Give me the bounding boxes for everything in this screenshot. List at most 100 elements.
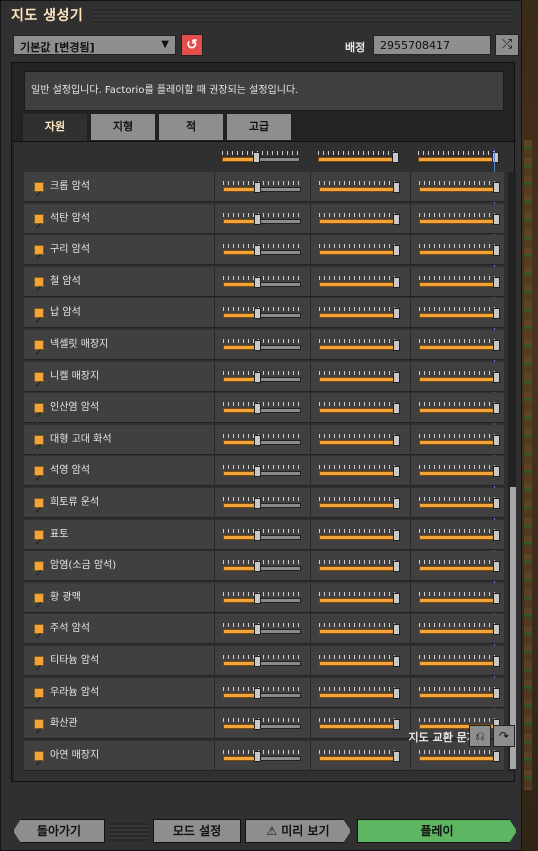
frequency-slider[interactable] (223, 179, 301, 195)
richness-slider[interactable] (419, 463, 500, 479)
slider-knob[interactable] (254, 561, 261, 573)
slider-knob[interactable] (493, 245, 500, 257)
size-slider[interactable] (319, 495, 400, 511)
frequency-slider[interactable] (223, 621, 301, 637)
frequency-slider[interactable] (223, 211, 301, 227)
slider-knob[interactable] (493, 687, 500, 699)
tab-terrain[interactable]: 지형 (90, 113, 156, 141)
import-string-button[interactable]: ⎌ (469, 725, 491, 747)
slider-knob[interactable] (493, 529, 500, 541)
slider-knob[interactable] (254, 656, 261, 667)
resource-checkbox[interactable] (34, 749, 44, 779)
resource-checkbox[interactable] (34, 496, 44, 526)
resource-checkbox[interactable] (34, 591, 44, 621)
slider-knob[interactable] (393, 498, 400, 509)
frequency-slider[interactable] (223, 337, 301, 353)
preset-dropdown[interactable]: 기본값 [변경됨] ▼ (13, 35, 176, 55)
resource-checkbox[interactable] (34, 212, 44, 242)
resource-checkbox[interactable] (34, 433, 44, 463)
slider-knob[interactable] (393, 371, 400, 383)
slider-knob[interactable] (493, 371, 500, 383)
richness-slider[interactable] (419, 432, 500, 448)
size-slider[interactable] (319, 274, 400, 290)
slider-knob[interactable] (493, 182, 500, 193)
resource-checkbox[interactable] (34, 654, 44, 684)
richness-slider[interactable] (419, 242, 500, 258)
size-slider[interactable] (319, 527, 400, 543)
tab-enemies[interactable]: 적 (158, 113, 224, 141)
size-slider[interactable] (319, 621, 400, 637)
resource-checkbox[interactable] (34, 306, 44, 336)
richness-slider[interactable] (419, 590, 500, 606)
size-slider[interactable] (319, 179, 400, 195)
richness-slider[interactable] (419, 527, 500, 543)
frequency-slider[interactable] (223, 527, 301, 543)
richness-slider[interactable] (419, 274, 500, 290)
slider-knob[interactable] (393, 213, 400, 225)
richness-slider[interactable] (419, 179, 500, 195)
richness-slider[interactable] (419, 685, 500, 701)
slider-knob[interactable] (493, 308, 500, 320)
slider-knob[interactable] (393, 561, 400, 573)
resource-checkbox[interactable] (34, 275, 44, 305)
slider-knob[interactable] (493, 750, 500, 762)
richness-slider[interactable] (419, 211, 500, 227)
richness-slider[interactable] (419, 400, 500, 416)
frequency-slider[interactable] (223, 305, 301, 321)
slider-knob[interactable] (493, 340, 500, 351)
richness-slider[interactable] (419, 369, 500, 385)
header-size-slider[interactable] (318, 149, 399, 165)
slider-knob[interactable] (393, 182, 400, 193)
play-button[interactable]: 플레이 (357, 819, 517, 843)
slider-knob[interactable] (493, 592, 500, 604)
resource-checkbox[interactable] (34, 338, 44, 368)
slider-knob[interactable] (393, 624, 400, 636)
frequency-slider[interactable] (223, 495, 301, 511)
slider-knob[interactable] (393, 434, 400, 446)
frequency-slider[interactable] (223, 590, 301, 606)
title-drag-handle[interactable] (91, 9, 513, 23)
slider-knob[interactable] (254, 371, 261, 383)
slider-knob[interactable] (254, 182, 261, 193)
frequency-slider[interactable] (223, 716, 301, 732)
size-slider[interactable] (319, 432, 400, 448)
richness-slider[interactable] (419, 337, 500, 353)
reset-button[interactable]: ↺ (181, 34, 203, 56)
size-slider[interactable] (319, 305, 400, 321)
resource-checkbox[interactable] (34, 717, 44, 747)
back-button[interactable]: 돌아가기 (13, 819, 105, 843)
resource-checkbox[interactable] (34, 180, 44, 210)
resource-checkbox[interactable] (34, 686, 44, 716)
slider-knob[interactable] (254, 750, 261, 762)
slider-knob[interactable] (254, 340, 261, 351)
slider-knob[interactable] (393, 719, 400, 731)
slider-knob[interactable] (393, 466, 400, 478)
size-slider[interactable] (319, 242, 400, 258)
slider-knob[interactable] (254, 498, 261, 509)
tab-advanced[interactable]: 고급 (226, 113, 292, 141)
slider-knob[interactable] (254, 434, 261, 446)
size-slider[interactable] (319, 748, 400, 764)
slider-knob[interactable] (254, 245, 261, 257)
slider-knob[interactable] (392, 152, 399, 163)
slider-knob[interactable] (393, 245, 400, 257)
richness-slider[interactable] (419, 558, 500, 574)
seed-input[interactable]: 2955708417 (373, 35, 491, 55)
size-slider[interactable] (319, 716, 400, 732)
size-slider[interactable] (319, 653, 400, 669)
slider-knob[interactable] (393, 308, 400, 320)
header-frequency-slider[interactable] (222, 149, 300, 165)
header-richness-slider[interactable] (418, 149, 499, 165)
shuffle-seed-button[interactable]: ⤮ (495, 34, 519, 56)
frequency-slider[interactable] (223, 400, 301, 416)
mod-settings-button[interactable]: 모드 설정 (153, 819, 241, 843)
slider-knob[interactable] (254, 719, 261, 731)
size-slider[interactable] (319, 400, 400, 416)
richness-slider[interactable] (419, 748, 500, 764)
slider-knob[interactable] (254, 529, 261, 541)
resource-checkbox[interactable] (34, 528, 44, 558)
size-slider[interactable] (319, 369, 400, 385)
preview-button[interactable]: ⚠ 미리 보기 (245, 819, 351, 843)
slider-knob[interactable] (493, 498, 500, 509)
slider-knob[interactable] (393, 592, 400, 604)
